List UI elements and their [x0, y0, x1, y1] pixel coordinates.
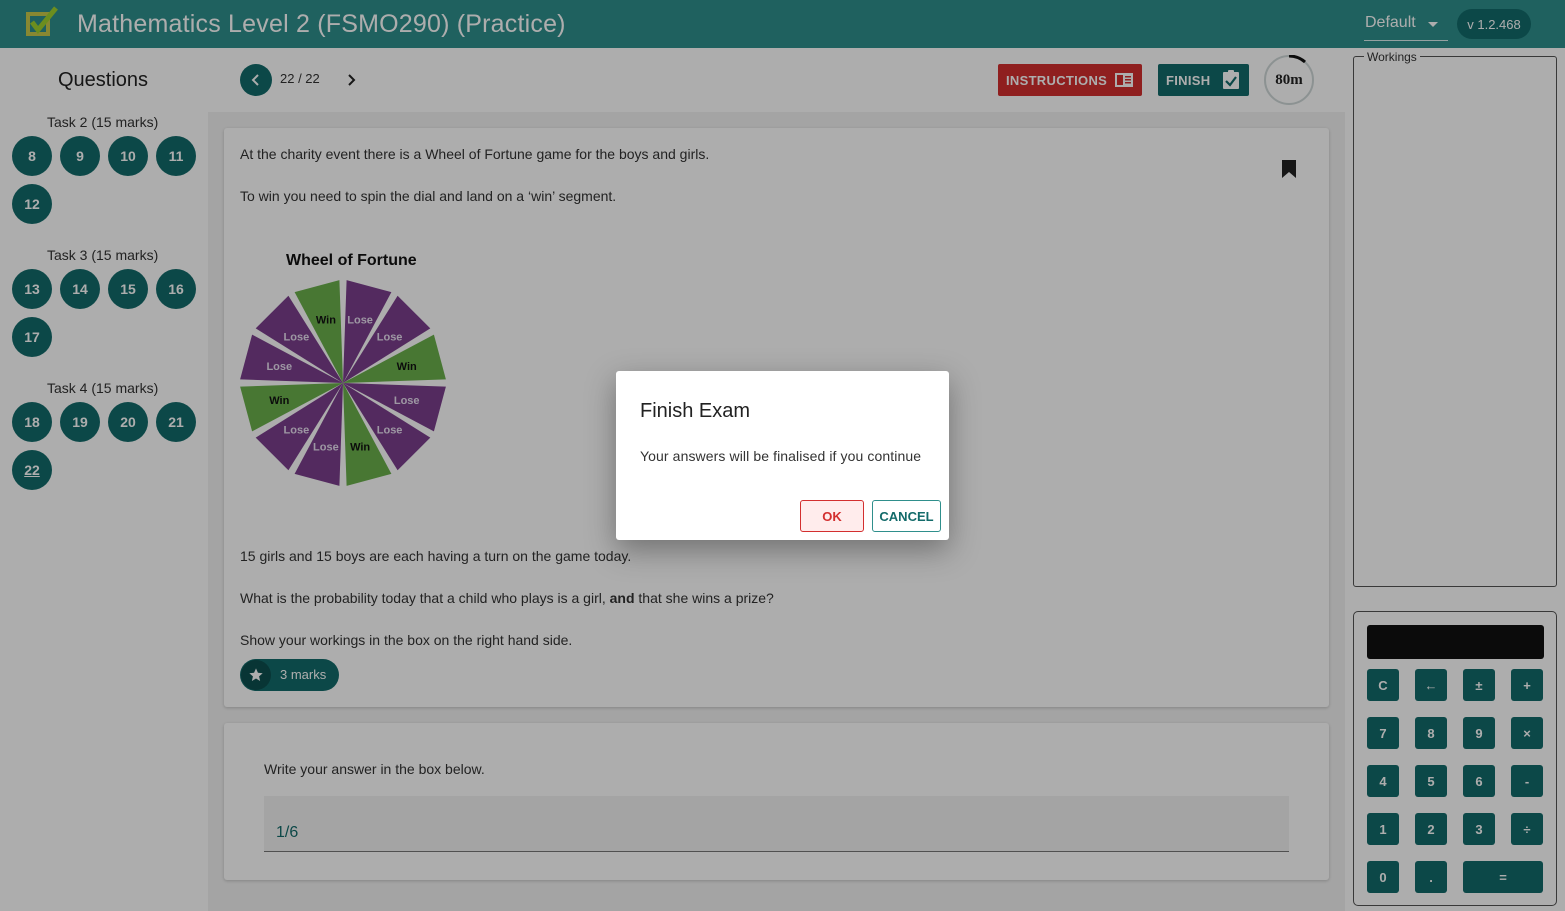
ok-button[interactable]: OK [800, 500, 864, 532]
finish-exam-dialog: Finish Exam Your answers will be finalis… [616, 371, 949, 540]
dialog-message: Your answers will be finalised if you co… [640, 448, 922, 464]
cancel-button[interactable]: CANCEL [872, 500, 941, 532]
dialog-title: Finish Exam [640, 400, 751, 422]
